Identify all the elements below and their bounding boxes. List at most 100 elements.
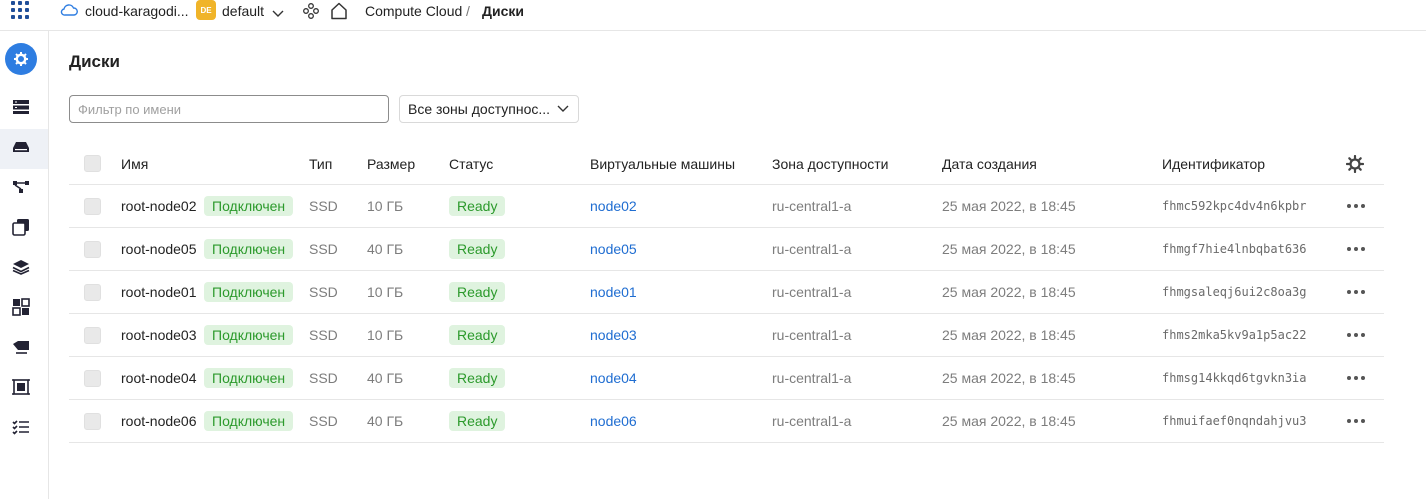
groups-icon[interactable] <box>9 295 33 319</box>
vm-link[interactable]: node01 <box>590 271 637 313</box>
created-date: 25 мая 2022, в 18:45 <box>942 198 1076 214</box>
column-header-status[interactable]: Статус <box>449 143 493 184</box>
disk-id: fhmsg14kkqd6tgvkn3ia <box>1162 371 1307 385</box>
images-icon[interactable] <box>9 215 33 239</box>
table-row[interactable]: root-node03 Подключен SSD 10 ГБ Ready node03 r… <box>69 314 1384 357</box>
row-checkbox[interactable] <box>84 412 101 430</box>
tasks-icon[interactable] <box>9 415 33 439</box>
column-header-name[interactable]: Имя <box>121 143 148 184</box>
placement-icon[interactable] <box>9 375 33 399</box>
disk-id: fhmgf7hie4lnbqbat636 <box>1162 242 1307 256</box>
disk-type: SSD <box>309 327 338 343</box>
row-checkbox[interactable] <box>84 369 101 387</box>
availability-zone: ru-central1-a <box>772 241 852 257</box>
disk-name[interactable]: root-node03 <box>121 314 197 356</box>
disk-type: SSD <box>309 284 338 300</box>
status-badge: Ready <box>449 368 506 388</box>
created-date: 25 мая 2022, в 18:45 <box>942 413 1076 429</box>
sidebar <box>0 31 49 499</box>
disk-name[interactable]: root-node06 <box>121 400 197 442</box>
disk-size: 10 ГБ <box>367 327 404 343</box>
chevron-down-icon <box>557 105 569 112</box>
snapshot-icon[interactable] <box>9 335 33 359</box>
table-row[interactable]: root-node02 Подключен SSD 10 ГБ Ready node02 r… <box>69 185 1384 228</box>
table-row[interactable]: root-node01 Подключен SSD 10 ГБ Ready node01 r… <box>69 271 1384 314</box>
disk-name[interactable]: root-node01 <box>121 271 197 313</box>
disk-name[interactable]: root-node02 <box>121 185 197 227</box>
column-header-created[interactable]: Дата создания <box>942 143 1037 184</box>
column-header-size[interactable]: Размер <box>367 143 415 184</box>
table-row[interactable]: root-node04 Подключен SSD 40 ГБ Ready node04 r… <box>69 357 1384 400</box>
layers-icon[interactable] <box>9 255 33 279</box>
status-badge: Ready <box>449 325 506 345</box>
attach-status-badge: Подключен <box>204 411 294 431</box>
disk-size: 40 ГБ <box>367 413 404 429</box>
column-header-id[interactable]: Идентификатор <box>1162 143 1265 184</box>
hub-icon[interactable] <box>302 2 320 23</box>
column-header-vms[interactable]: Виртуальные машины <box>590 143 735 184</box>
zone-select[interactable]: Все зоны доступнос... <box>399 95 579 123</box>
vm-link[interactable]: node03 <box>590 314 637 356</box>
more-horizontal-icon[interactable] <box>1347 204 1365 208</box>
name-filter-input[interactable] <box>69 95 389 123</box>
disk-name[interactable]: root-node05 <box>121 228 197 270</box>
breadcrumb-separator: / <box>466 3 470 19</box>
more-horizontal-icon[interactable] <box>1347 290 1365 294</box>
attach-status-badge: Подключен <box>204 325 294 345</box>
disk-size: 40 ГБ <box>367 241 404 257</box>
breadcrumb-current: Диски <box>482 3 524 19</box>
status-badge: Ready <box>449 282 506 302</box>
table-row[interactable]: root-node05 Подключен SSD 40 ГБ Ready node05 r… <box>69 228 1384 271</box>
more-horizontal-icon[interactable] <box>1347 419 1365 423</box>
availability-zone: ru-central1-a <box>772 284 852 300</box>
disk-size: 10 ГБ <box>367 198 404 214</box>
breadcrumb-service[interactable]: Compute Cloud <box>365 0 462 22</box>
attach-status-badge: Подключен <box>204 282 294 302</box>
created-date: 25 мая 2022, в 18:45 <box>942 284 1076 300</box>
apps-grid-icon[interactable] <box>9 1 31 23</box>
attach-status-badge: Подключен <box>204 368 294 388</box>
disk-name[interactable]: root-node04 <box>121 357 197 399</box>
folder-selector[interactable]: default <box>222 0 264 22</box>
gear-icon[interactable] <box>1346 143 1364 184</box>
disk-id: fhms2mka5kv9a1p5ac22 <box>1162 328 1307 342</box>
row-checkbox[interactable] <box>84 240 101 258</box>
status-badge: Ready <box>449 411 506 431</box>
disk-type: SSD <box>309 198 338 214</box>
disk-type: SSD <box>309 370 338 386</box>
servers-icon[interactable] <box>9 95 33 119</box>
table-row[interactable]: root-node06 Подключен SSD 40 ГБ Ready node06 r… <box>69 400 1384 443</box>
cloud-icon <box>60 3 78 20</box>
availability-zone: ru-central1-a <box>772 413 852 429</box>
created-date: 25 мая 2022, в 18:45 <box>942 241 1076 257</box>
disk-size: 10 ГБ <box>367 284 404 300</box>
availability-zone: ru-central1-a <box>772 370 852 386</box>
vm-link[interactable]: node06 <box>590 400 637 442</box>
column-header-zone[interactable]: Зона доступности <box>772 143 889 184</box>
vm-link[interactable]: node02 <box>590 185 637 227</box>
home-icon[interactable] <box>329 1 349 24</box>
vm-link[interactable]: node04 <box>590 357 637 399</box>
status-badge: Ready <box>449 239 506 259</box>
vm-link[interactable]: node05 <box>590 228 637 270</box>
compute-cloud-icon[interactable] <box>5 43 37 75</box>
column-header-type[interactable]: Тип <box>309 143 332 184</box>
disks-icon[interactable] <box>9 135 33 159</box>
availability-zone: ru-central1-a <box>772 198 852 214</box>
network-icon[interactable] <box>9 175 33 199</box>
disk-id: fhmuifaef0nqndahjvu3 <box>1162 414 1307 428</box>
row-checkbox[interactable] <box>84 326 101 344</box>
attach-status-badge: Подключен <box>204 239 294 259</box>
cloud-selector[interactable]: cloud-karagodi... <box>85 0 189 22</box>
more-horizontal-icon[interactable] <box>1347 333 1365 337</box>
created-date: 25 мая 2022, в 18:45 <box>942 327 1076 343</box>
select-all-checkbox[interactable] <box>84 155 101 172</box>
folder-badge: DE <box>196 0 216 20</box>
more-horizontal-icon[interactable] <box>1347 376 1365 380</box>
row-checkbox[interactable] <box>84 197 101 215</box>
row-checkbox[interactable] <box>84 283 101 301</box>
table-header: Имя Тип Размер Статус Виртуальные машины… <box>69 143 1384 185</box>
chevron-down-icon[interactable] <box>272 5 284 21</box>
more-horizontal-icon[interactable] <box>1347 247 1365 251</box>
top-bar: cloud-karagodi... DE default Compute Clo… <box>0 0 1426 31</box>
